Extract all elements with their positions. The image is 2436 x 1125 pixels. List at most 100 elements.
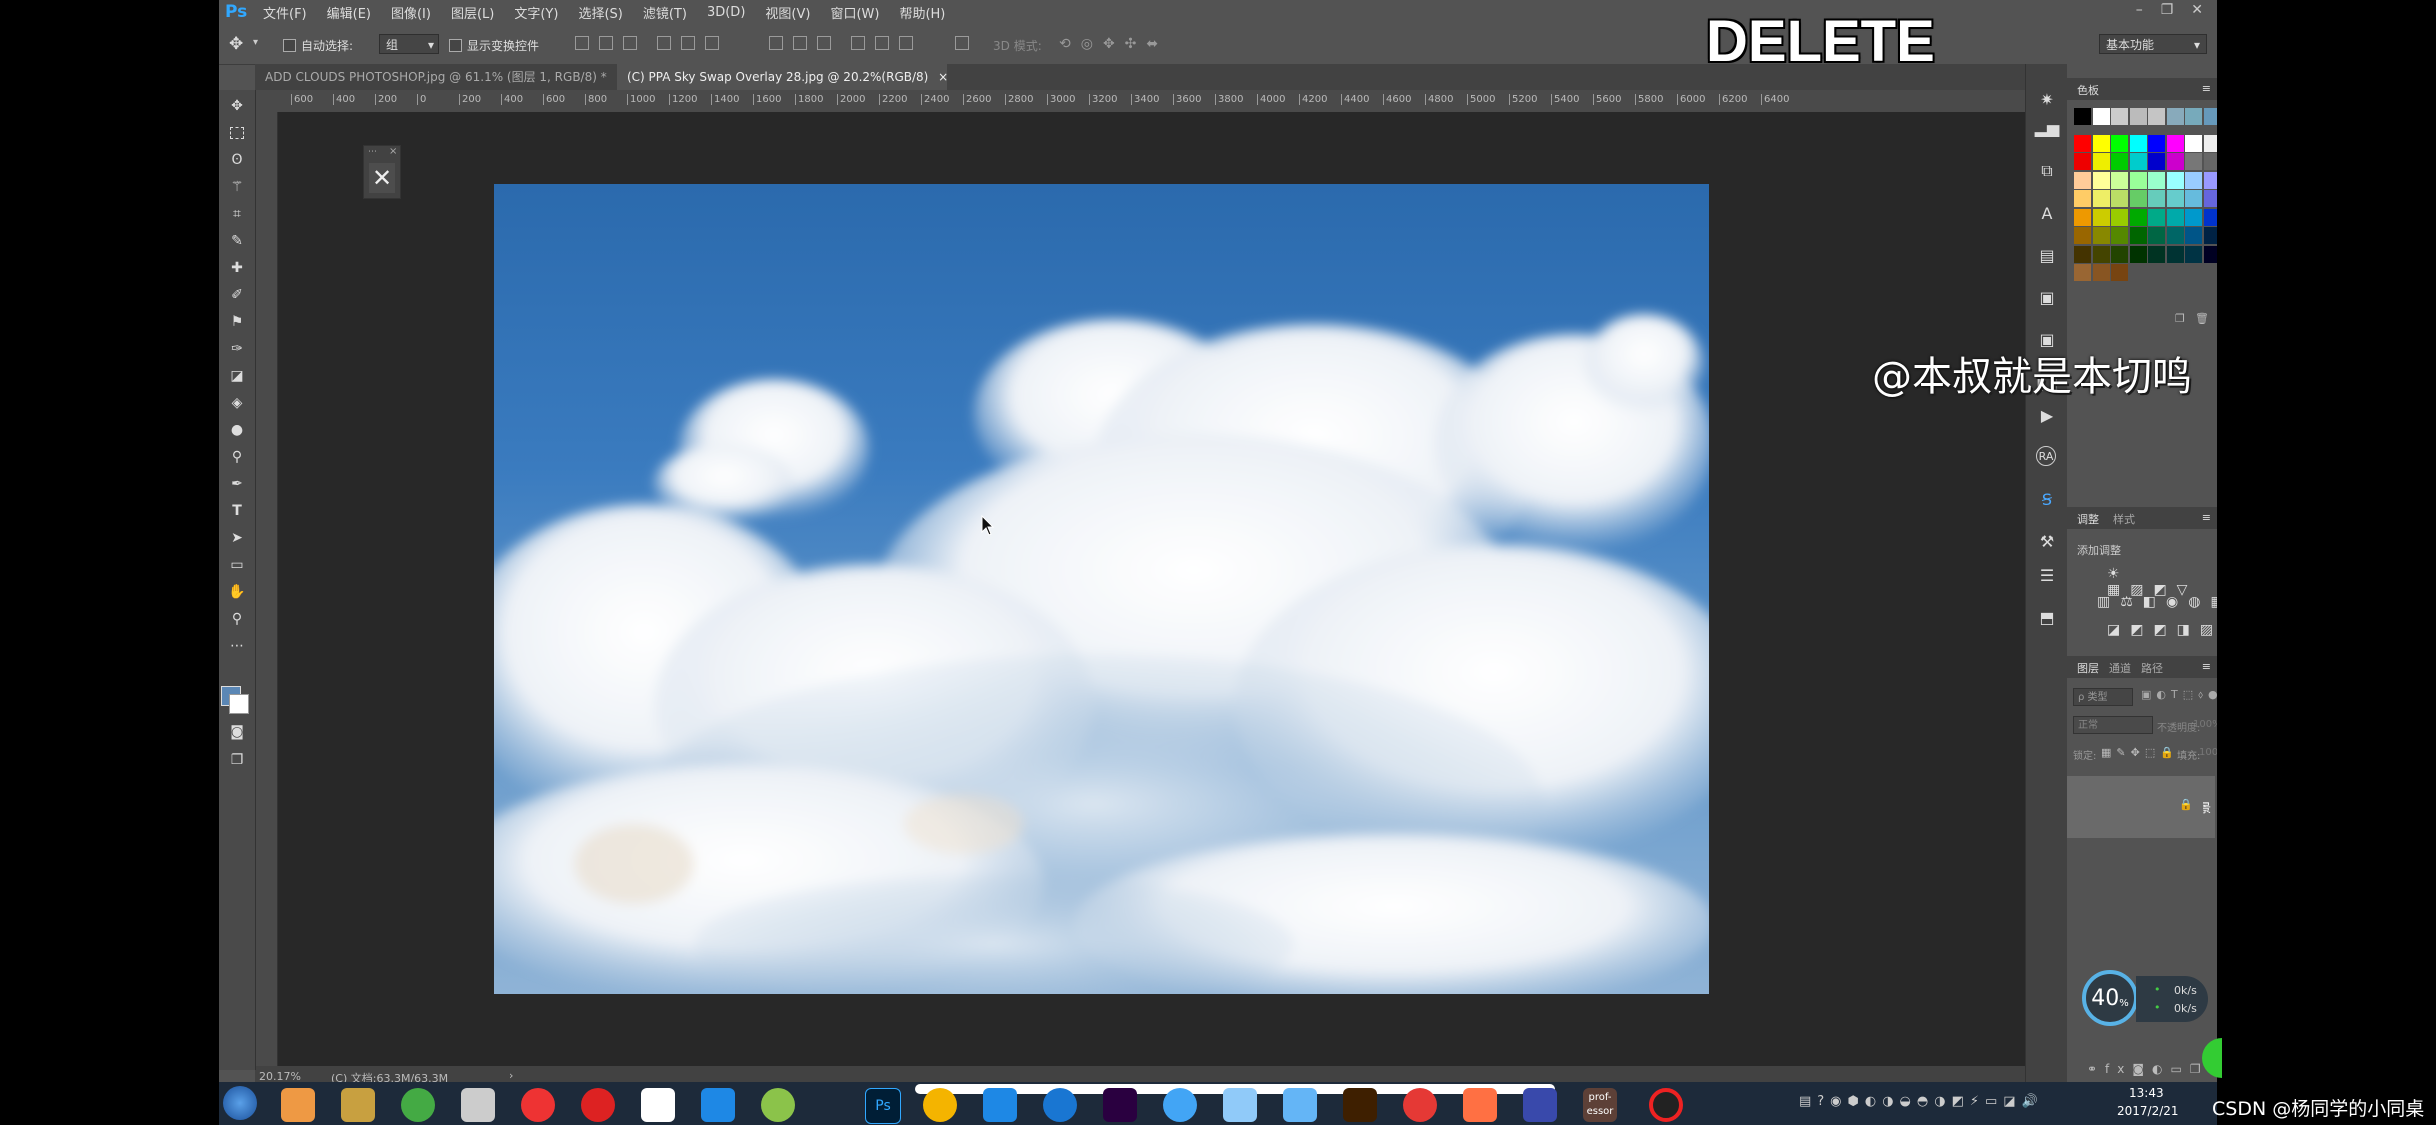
menu-type[interactable]: 文字(Y)	[504, 3, 568, 22]
color-swatch[interactable]	[2185, 134, 2202, 152]
floating-tool-panel[interactable]: ⋯ × ✕	[363, 145, 401, 199]
tab-paths[interactable]: 路径	[2141, 660, 2163, 676]
color-swatch[interactable]	[2092, 153, 2110, 170]
color-swatch[interactable]	[2129, 245, 2147, 263]
color-swatch[interactable]	[2166, 227, 2184, 244]
tab-close-icon[interactable]: ×	[938, 70, 948, 84]
auto-select-checkbox[interactable]: 自动选择:	[283, 37, 353, 54]
blend-mode-dropdown[interactable]: 正常	[2073, 716, 2153, 734]
layer-filter-dropdown[interactable]: ρ 类型	[2073, 688, 2133, 706]
panel-menu-icon[interactable]: ≡	[2202, 660, 2211, 673]
taskbar-cloud-icon[interactable]	[701, 1088, 735, 1122]
color-swatch[interactable]	[2129, 208, 2147, 226]
taskbar-record-icon[interactable]	[1649, 1088, 1683, 1122]
marquee-tool-icon[interactable]	[227, 123, 247, 143]
paint-bucket-icon[interactable]: ◈	[227, 393, 247, 413]
menu-filter[interactable]: 滤镜(T)	[633, 3, 697, 22]
tab-adjustments[interactable]: 调整	[2077, 511, 2099, 527]
color-swatch[interactable]	[2074, 190, 2091, 207]
menu-select[interactable]: 选择(S)	[568, 3, 632, 22]
taskbar-app-icon[interactable]	[281, 1088, 315, 1122]
panel-grip-icon[interactable]: ⋯	[368, 147, 377, 157]
hand-tool-icon[interactable]: ✋	[227, 582, 247, 602]
color-swatch[interactable]	[2074, 227, 2091, 244]
move-tool-icon[interactable]: ✥	[227, 96, 247, 116]
color-swatch[interactable]	[2166, 153, 2184, 170]
workspace-dropdown[interactable]: 基本功能 ▾	[2099, 34, 2207, 54]
move-tool-preset-icon[interactable]: ✥	[229, 34, 251, 56]
color-swatch[interactable]	[2148, 108, 2165, 125]
background-lock-icon[interactable]: 🔒	[2179, 798, 2193, 811]
actions-play-icon[interactable]: ▶	[2036, 404, 2058, 426]
color-swatch[interactable]	[2111, 245, 2128, 263]
align-top-icon[interactable]	[575, 36, 589, 50]
taskbar-green-icon[interactable]	[761, 1088, 795, 1122]
blur-tool-icon[interactable]: ●	[227, 420, 247, 440]
menu-3d[interactable]: 3D(D)	[697, 5, 755, 20]
menu-layer[interactable]: 图层(L)	[441, 3, 504, 22]
color-swatch[interactable]	[2203, 245, 2217, 263]
auto-select-dropdown[interactable]: 组 ▾	[379, 34, 439, 54]
color-swatch[interactable]	[2129, 171, 2147, 189]
color-swatch[interactable]	[2092, 171, 2110, 189]
tab-layers[interactable]: 图层	[2077, 660, 2099, 676]
clone-stamp-icon[interactable]: ⚑	[227, 312, 247, 332]
panel-close-icon[interactable]: ×	[389, 146, 397, 157]
taskbar-netease-icon[interactable]	[581, 1088, 615, 1122]
color-swatch[interactable]	[2148, 134, 2165, 152]
taskbar-browser-icon[interactable]	[1403, 1088, 1437, 1122]
quick-mask-icon[interactable]: ◙	[227, 722, 247, 742]
tab-channels[interactable]: 通道	[2109, 660, 2131, 676]
timeline-icon[interactable]: ▤	[2036, 244, 2058, 266]
history-icon[interactable]: ✷	[2036, 88, 2058, 110]
perf-meter[interactable]: 40%	[2082, 970, 2138, 1026]
brush-tool-icon[interactable]: ✐	[227, 285, 247, 305]
menu-file[interactable]: 文件(F)	[253, 3, 317, 22]
panel-menu-icon[interactable]: ≡	[2202, 82, 2211, 95]
color-swatch[interactable]	[2166, 108, 2184, 125]
align-right-icon[interactable]	[705, 36, 719, 50]
taskbar-ie-icon[interactable]	[983, 1088, 1017, 1122]
menu-window[interactable]: 窗口(W)	[820, 3, 889, 22]
distribute-vcenter-icon[interactable]	[793, 36, 807, 50]
color-swatch[interactable]	[2129, 134, 2147, 152]
show-transform-checkbox[interactable]: 显示变换控件	[449, 37, 539, 54]
taskbar-feather-icon[interactable]	[1163, 1088, 1197, 1122]
lock-icons[interactable]: ▦✎✥⬚🔒	[2101, 746, 2179, 759]
color-swatch[interactable]	[2111, 190, 2128, 207]
color-swatch[interactable]	[2074, 264, 2091, 281]
menu-edit[interactable]: 编辑(E)	[317, 3, 381, 22]
color-swatch[interactable]	[2148, 153, 2165, 170]
color-swatch[interactable]	[2148, 190, 2165, 207]
panel-menu-icon[interactable]: ≡	[2202, 511, 2211, 524]
canvas-area[interactable]: ⋯ × ✕	[278, 112, 2025, 1068]
eyedropper-tool-icon[interactable]: ✎	[227, 231, 247, 251]
character-icon[interactable]: A	[2036, 202, 2058, 224]
screen-mode-icon[interactable]: ❐	[227, 750, 247, 770]
taskbar-premiere-icon[interactable]	[1103, 1088, 1137, 1122]
color-swatch[interactable]	[2074, 208, 2091, 226]
taskbar-blue-app-icon[interactable]	[1523, 1088, 1557, 1122]
taskbar-chrome-icon[interactable]	[923, 1088, 957, 1122]
taskbar-k-icon[interactable]	[1043, 1088, 1077, 1122]
taskbar-vpn-icon[interactable]	[1283, 1088, 1317, 1122]
align-hcenter-icon[interactable]	[681, 36, 695, 50]
color-swatch[interactable]	[2074, 134, 2091, 152]
path-selection-icon[interactable]: ➤	[227, 528, 247, 548]
color-swatch[interactable]	[2129, 153, 2147, 170]
taskbar-illustrator-icon[interactable]	[1343, 1088, 1377, 1122]
color-swatch[interactable]	[2092, 245, 2110, 263]
layers-footer-icons[interactable]: ⚭fx◙◐▭❐🗑	[2087, 1062, 2217, 1076]
clock-date[interactable]: 2017/2/21	[2117, 1104, 2179, 1118]
history-brush-icon[interactable]: ✑	[227, 339, 247, 359]
eraser-tool-icon[interactable]: ◪	[227, 366, 247, 386]
color-swatch[interactable]	[2185, 108, 2202, 125]
taskbar-explorer-icon[interactable]	[341, 1088, 375, 1122]
fill-value[interactable]: 100%	[2199, 747, 2217, 758]
color-swatch[interactable]	[2092, 134, 2110, 152]
color-swatch[interactable]	[2185, 171, 2202, 189]
color-swatch[interactable]	[2203, 153, 2217, 170]
color-swatch[interactable]	[2185, 190, 2202, 207]
color-swatch[interactable]	[2092, 208, 2110, 226]
magic-wand-icon[interactable]: ⚚	[227, 177, 247, 197]
